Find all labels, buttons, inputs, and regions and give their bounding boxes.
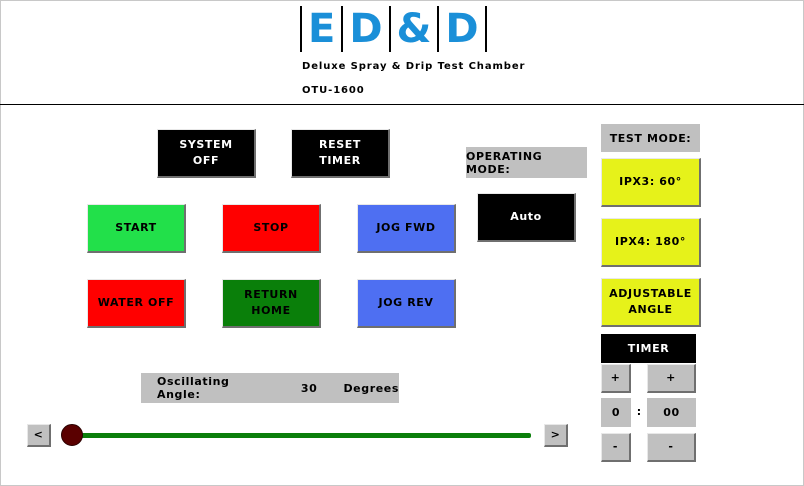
jog-fwd-button[interactable]: JOG FWD xyxy=(357,204,456,253)
system-off-button[interactable]: SYSTEM OFF xyxy=(157,129,256,178)
oscillating-angle-panel: Oscillating Angle: 30 Degrees xyxy=(141,373,399,403)
return-home-button[interactable]: RETURN HOME xyxy=(222,279,321,328)
angle-decrease-button[interactable]: < xyxy=(27,424,51,447)
edd-logo: E D & D xyxy=(300,6,487,52)
timer-minutes-plus-button[interactable]: + xyxy=(601,364,631,393)
angle-slider-knob[interactable] xyxy=(61,424,83,446)
ipx3-button[interactable]: IPX3: 60° xyxy=(601,158,701,207)
header-divider xyxy=(0,104,804,105)
timer-seconds-plus-button[interactable]: + xyxy=(647,364,696,393)
product-title: Deluxe Spray & Drip Test Chamber xyxy=(302,61,526,72)
oscillating-angle-label: Oscillating Angle: xyxy=(157,375,230,401)
operating-mode-value[interactable]: Auto xyxy=(477,193,576,242)
timer-minutes-minus-button[interactable]: - xyxy=(601,433,631,462)
oscillating-angle-value: 30 xyxy=(300,381,318,395)
timer-minutes-field[interactable]: 0 xyxy=(601,398,631,427)
model-number: OTU-1600 xyxy=(302,85,365,96)
timer-separator: : xyxy=(636,405,642,418)
reset-timer-button[interactable]: RESET TIMER xyxy=(291,129,390,178)
adjustable-angle-button[interactable]: ADJUSTABLE ANGLE xyxy=(601,278,701,327)
logo-letter: D xyxy=(349,6,383,52)
timer-label: TIMER xyxy=(601,334,696,363)
angle-increase-button[interactable]: > xyxy=(544,424,568,447)
start-button[interactable]: START xyxy=(87,204,186,253)
logo-letter: E xyxy=(308,6,336,52)
test-mode-label: TEST MODE: xyxy=(601,124,700,152)
oscillating-angle-unit: Degrees xyxy=(343,381,399,395)
stop-button[interactable]: STOP xyxy=(222,204,321,253)
operating-mode-label: OPERATING MODE: xyxy=(466,147,587,178)
ipx4-button[interactable]: IPX4: 180° xyxy=(601,218,701,267)
logo-letter: & xyxy=(396,6,432,52)
angle-slider-track[interactable] xyxy=(70,433,531,438)
timer-seconds-minus-button[interactable]: - xyxy=(647,433,696,462)
timer-seconds-field[interactable]: 00 xyxy=(647,398,696,427)
water-off-button[interactable]: WATER OFF xyxy=(87,279,186,328)
jog-rev-button[interactable]: JOG REV xyxy=(357,279,456,328)
logo-letter: D xyxy=(445,6,479,52)
